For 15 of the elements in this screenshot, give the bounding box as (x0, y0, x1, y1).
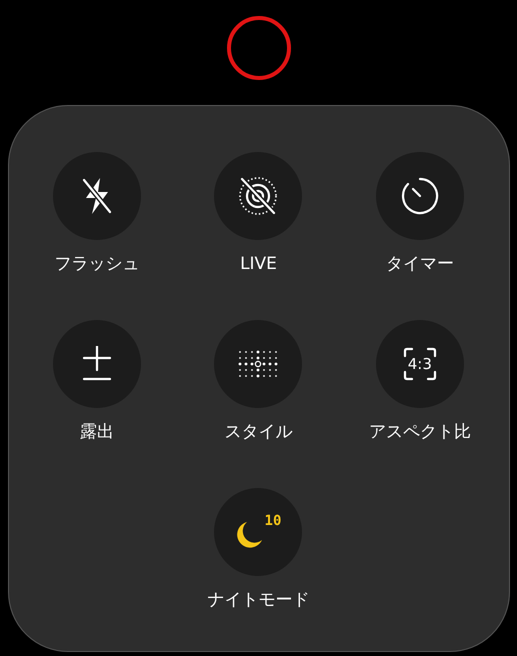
control-label: スタイル (224, 421, 292, 444)
control-button[interactable]: 10 (214, 488, 302, 576)
plus-minus-icon (82, 346, 112, 382)
flash-off-icon (80, 176, 114, 216)
control-label: ナイトモード (207, 589, 310, 612)
control-label: タイマー (386, 253, 454, 276)
control-label: LIVE (240, 253, 277, 276)
control-label: 露出 (80, 421, 114, 444)
control-label: フラッシュ (54, 253, 140, 276)
dot-grid-icon (237, 349, 280, 379)
control-button[interactable]: 4:3 (376, 320, 464, 408)
control-label: アスペクト比 (368, 421, 471, 444)
live-photo-off-icon (237, 175, 280, 217)
timer-icon (400, 176, 440, 216)
ring-icon (226, 16, 290, 80)
